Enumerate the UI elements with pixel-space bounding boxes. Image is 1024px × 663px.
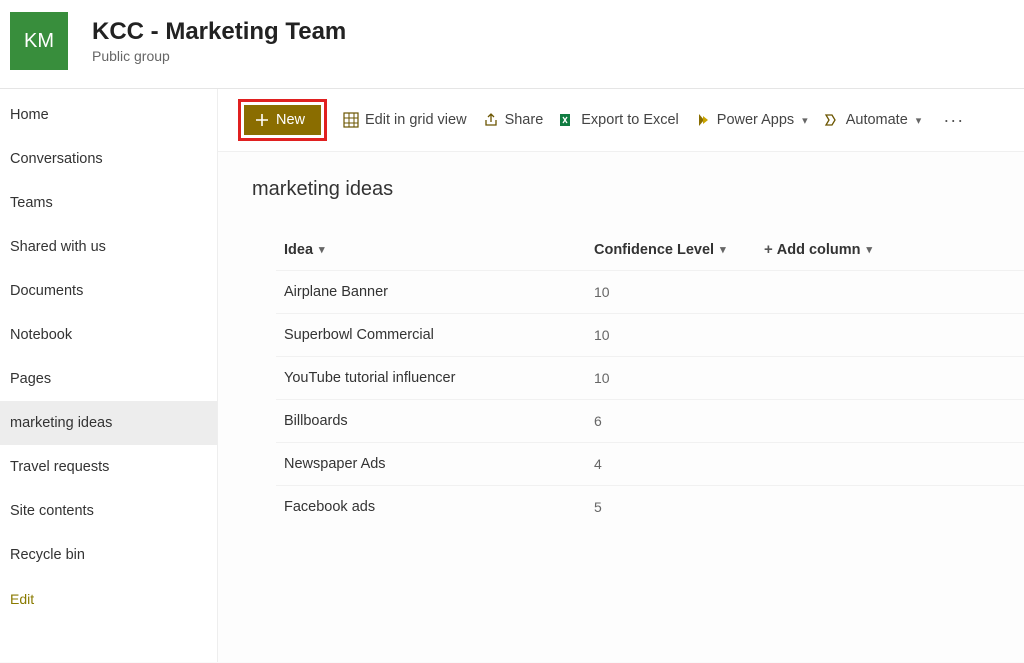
cell-confidence: 5 [586,486,756,528]
cell-confidence: 10 [586,357,756,399]
chevron-down-icon: ▾ [867,243,873,256]
chevron-down-icon: ▾ [916,114,922,127]
sidebar-item-teams[interactable]: Teams [0,181,217,225]
edit-grid-label: Edit in grid view [365,112,467,128]
sidebar-item-recycle-bin[interactable]: Recycle bin [0,533,217,577]
chevron-down-icon: ▾ [802,114,808,127]
chevron-down-icon: ▾ [319,243,325,256]
plus-icon: + [764,241,773,258]
command-bar: New Edit in grid view Share Export [218,89,1024,152]
chevron-down-icon: ▾ [720,243,726,256]
new-button-highlight: New [238,99,327,141]
main-content: New Edit in grid view Share Export [218,89,1024,662]
cell-confidence: 10 [586,271,756,313]
column-header-idea-label: Idea [284,242,313,258]
table-row[interactable]: Superbowl Commercial 10 [276,313,1024,356]
sidebar-item-travel-requests[interactable]: Travel requests [0,445,217,489]
sidebar-item-home[interactable]: Home [0,93,217,137]
table-row[interactable]: Newspaper Ads 4 [276,442,1024,485]
export-label: Export to Excel [581,112,679,128]
new-button[interactable]: New [244,105,321,135]
sidebar-item-notebook[interactable]: Notebook [0,313,217,357]
excel-icon [559,112,575,128]
avatar-initials: KM [24,30,54,53]
more-actions-button[interactable]: ··· [937,110,970,131]
column-header-idea[interactable]: Idea ▾ [276,230,586,270]
cell-idea: YouTube tutorial influencer [276,357,586,399]
table-row[interactable]: Billboards 6 [276,399,1024,442]
sidebar-item-documents[interactable]: Documents [0,269,217,313]
grid-icon [343,112,359,128]
cell-idea: Airplane Banner [276,271,586,313]
grid-header: Idea ▾ Confidence Level ▾ + Add column ▾ [276,229,1024,270]
add-column-button[interactable]: + Add column ▾ [756,229,926,270]
cell-confidence: 10 [586,314,756,356]
sidebar-item-shared-with-us[interactable]: Shared with us [0,225,217,269]
column-header-confidence[interactable]: Confidence Level ▾ [586,230,756,270]
cell-confidence: 6 [586,400,756,442]
automate-label: Automate [846,112,908,128]
table-row[interactable]: Facebook ads 5 [276,485,1024,528]
automate-icon [824,112,840,128]
site-avatar: KM [10,12,68,70]
sidebar-item-pages[interactable]: Pages [0,357,217,401]
title-block: KCC - Marketing Team Public group [92,18,346,64]
add-column-label: Add column [777,242,861,258]
site-header: KM KCC - Marketing Team Public group [0,0,1024,89]
edit-grid-button[interactable]: Edit in grid view [343,112,467,128]
cell-idea: Billboards [276,400,586,442]
sidebar-item-marketing-ideas[interactable]: marketing ideas [0,401,217,445]
power-apps-button[interactable]: Power Apps ▾ [695,112,808,128]
power-apps-label: Power Apps [717,112,794,128]
share-button[interactable]: Share [483,112,544,128]
sidebar: Home Conversations Teams Shared with us … [0,89,218,662]
table-row[interactable]: Airplane Banner 10 [276,270,1024,313]
column-header-confidence-label: Confidence Level [594,242,714,258]
share-label: Share [505,112,544,128]
plus-icon [254,112,270,128]
sidebar-item-site-contents[interactable]: Site contents [0,489,217,533]
site-title: KCC - Marketing Team [92,18,346,46]
new-button-label: New [276,112,305,128]
cell-confidence: 4 [586,443,756,485]
cell-idea: Superbowl Commercial [276,314,586,356]
power-apps-icon [695,112,711,128]
share-icon [483,112,499,128]
cell-idea: Newspaper Ads [276,443,586,485]
sidebar-edit-link[interactable]: Edit [0,577,217,621]
table-row[interactable]: YouTube tutorial influencer 10 [276,356,1024,399]
automate-button[interactable]: Automate ▾ [824,112,922,128]
cell-idea: Facebook ads [276,486,586,528]
export-excel-button[interactable]: Export to Excel [559,112,679,128]
site-subtitle: Public group [92,48,346,64]
list-title: marketing ideas [218,152,1024,209]
sidebar-item-conversations[interactable]: Conversations [0,137,217,181]
list-grid: Idea ▾ Confidence Level ▾ + Add column ▾… [276,229,1024,528]
